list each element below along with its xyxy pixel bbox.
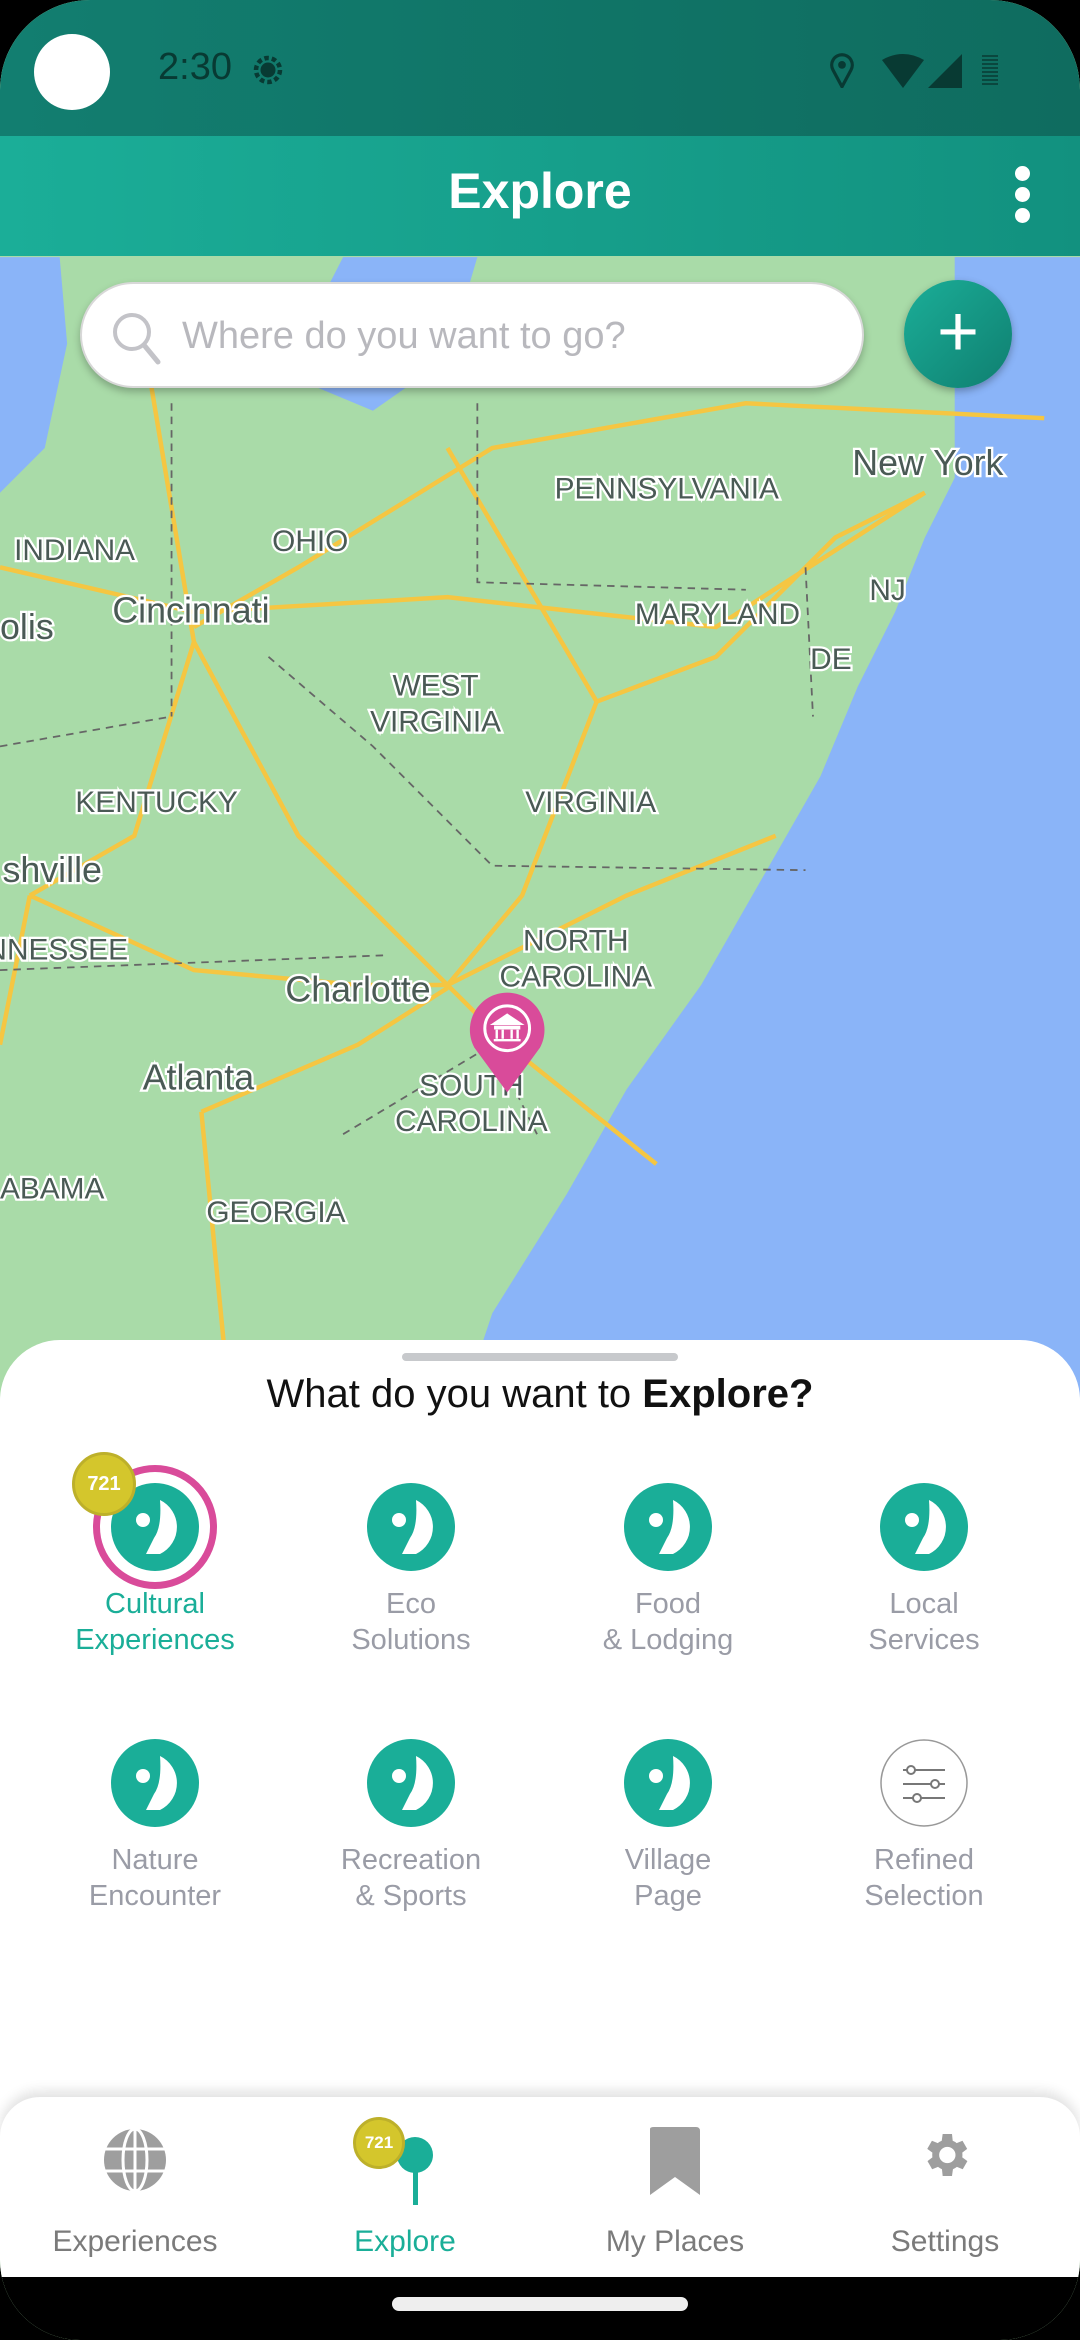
- nav-label: Explore: [354, 2225, 456, 2258]
- screen: New York PENNSYLVANIA OHIO INDIANA Cinci…: [0, 0, 1080, 2340]
- nav-explore[interactable]: 721 Explore: [270, 2097, 540, 2277]
- map-label: Cincinnati: [112, 591, 269, 631]
- map-label: shville: [2, 850, 101, 890]
- map-label: PENNSYLVANIA: [555, 473, 779, 506]
- category-label: Refined Selection: [864, 1844, 984, 1912]
- category-logo-icon: [110, 1738, 200, 1828]
- count-badge: 721: [72, 1452, 136, 1516]
- map-label: olis: [0, 607, 54, 647]
- category-cultural[interactable]: 721 Cultural Experiences: [25, 1452, 285, 1658]
- map-label: INDIANA: [14, 534, 135, 567]
- map-label: Atlanta: [143, 1057, 255, 1097]
- category-logo-icon: [623, 1738, 713, 1828]
- nav-label: My Places: [605, 2225, 745, 2258]
- add-button[interactable]: +: [904, 280, 1012, 388]
- nav-label: Experiences: [52, 2225, 218, 2258]
- category-label: Cultural Experiences: [75, 1588, 235, 1656]
- nav-settings[interactable]: Settings: [810, 2097, 1080, 2277]
- plus-icon: +: [936, 292, 980, 372]
- category-label: Nature Encounter: [88, 1844, 222, 1912]
- map-label: MARYLAND: [635, 598, 800, 631]
- category-label: Village Page: [624, 1844, 712, 1912]
- category-label: Local Services: [868, 1588, 980, 1656]
- globe-icon: [0, 2127, 270, 2217]
- search-icon: [113, 313, 161, 365]
- search-bar[interactable]: [80, 282, 864, 388]
- map-label: NNESSEE: [0, 934, 128, 967]
- map-label: DE: [810, 643, 851, 676]
- gesture-bar: [0, 2277, 1080, 2340]
- location-icon: [830, 53, 854, 88]
- category-recreation[interactable]: Recreation & Sports: [281, 1738, 541, 1914]
- category-label: Recreation & Sports: [340, 1844, 482, 1912]
- category-local[interactable]: Local Services: [794, 1482, 1054, 1658]
- category-eco[interactable]: Eco Solutions: [281, 1482, 541, 1658]
- category-logo-icon: [879, 1482, 969, 1572]
- map-label: WEST: [392, 670, 478, 703]
- map-label: CAROLINA: [395, 1105, 548, 1138]
- home-indicator[interactable]: [392, 2297, 688, 2311]
- sheet-title-prefix: What do you want to: [266, 1372, 643, 1416]
- category-food[interactable]: Food & Lodging: [538, 1482, 798, 1658]
- explore-bottom-sheet: What do you want to Explore? 721 Cultural…: [0, 1340, 1080, 2140]
- battery-icon: [982, 55, 998, 85]
- category-label: Food & Lodging: [602, 1588, 734, 1656]
- map-label: VIRGINIA: [525, 786, 656, 819]
- map-label: ABAMA: [0, 1172, 105, 1205]
- nav-label: Settings: [890, 2225, 1000, 2258]
- map-label: KENTUCKY: [75, 786, 238, 819]
- count-badge: 721: [353, 2117, 405, 2169]
- category-nature[interactable]: Nature Encounter: [25, 1738, 285, 1914]
- map-label: NJ: [869, 574, 905, 607]
- map-label: CAROLINA: [500, 961, 653, 994]
- status-time: 2:30: [158, 46, 232, 88]
- nav-my-places[interactable]: My Places: [540, 2097, 810, 2277]
- more-vert-icon[interactable]: [1012, 166, 1032, 226]
- map-label: OHIO: [272, 525, 348, 558]
- map-label: Charlotte: [285, 969, 430, 1009]
- category-logo-icon: 721: [72, 1452, 217, 1589]
- app-bar: Explore: [0, 136, 1080, 256]
- camera-cutout: [34, 34, 110, 110]
- drag-handle[interactable]: [402, 1353, 678, 1361]
- map-label: New York: [852, 443, 1003, 483]
- signal-icon: [928, 54, 962, 88]
- bookmark-icon: [540, 2127, 810, 2217]
- category-refined[interactable]: Refined Selection: [794, 1738, 1054, 1914]
- category-village[interactable]: Village Page: [538, 1738, 798, 1914]
- sheet-title-bold: Explore?: [642, 1372, 814, 1416]
- category-label: Eco Solutions: [351, 1588, 471, 1656]
- map-label: GEORGIA: [206, 1196, 345, 1229]
- sheet-title: What do you want to Explore?: [0, 1372, 1080, 1417]
- category-logo-icon: [366, 1738, 456, 1828]
- gear-icon: [810, 2127, 1080, 2217]
- nav-experiences[interactable]: Experiences: [0, 2097, 270, 2277]
- bottom-navigation: Experiences 721 Explore My Places Settings: [0, 2097, 1080, 2277]
- map-label: VIRGINIA: [370, 705, 501, 738]
- sliders-icon: [879, 1738, 969, 1828]
- page-title: Explore: [448, 163, 632, 219]
- map-label: NORTH: [523, 925, 629, 958]
- category-logo-icon: [623, 1482, 713, 1572]
- debug-icon: [253, 55, 283, 85]
- search-input[interactable]: [182, 306, 832, 366]
- status-bar: 2:30: [0, 0, 1080, 136]
- wifi-icon: [882, 54, 924, 88]
- pin-icon: 721: [270, 2117, 540, 2217]
- category-logo-icon: [366, 1482, 456, 1572]
